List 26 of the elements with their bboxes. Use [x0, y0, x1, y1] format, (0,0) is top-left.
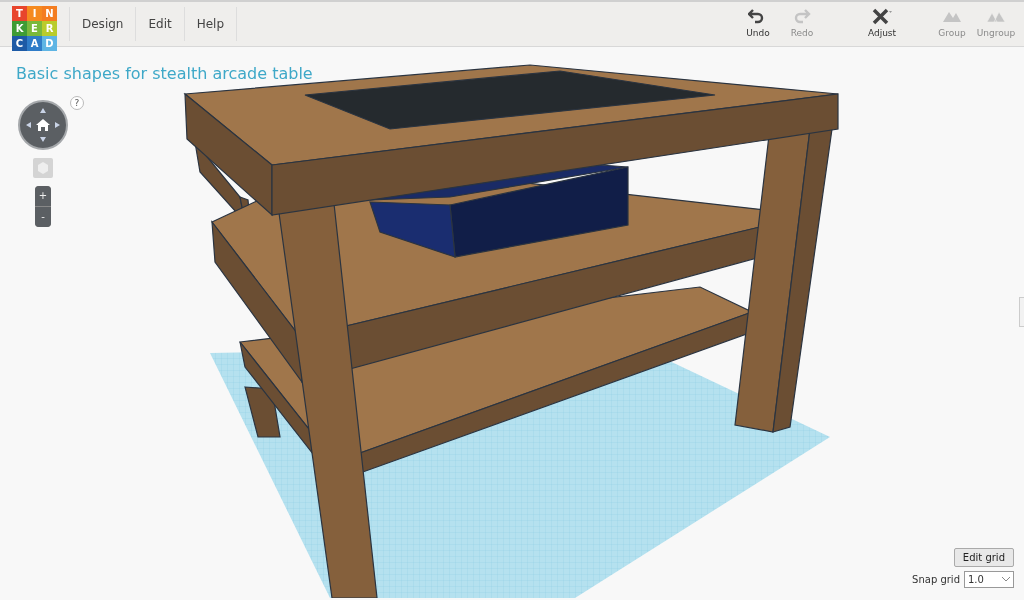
logo-letter: K: [12, 21, 27, 36]
scrollbar-handle[interactable]: [1019, 297, 1024, 327]
edit-grid-button[interactable]: Edit grid: [953, 548, 1014, 567]
view-navigation-pad[interactable]: [18, 100, 68, 150]
zoom-in-button[interactable]: +: [35, 186, 51, 206]
logo-letter: C: [12, 36, 27, 51]
adjust-tool-button[interactable]: Adjust: [860, 7, 904, 41]
design-title: Basic shapes for stealth arcade table: [16, 64, 313, 84]
snap-grid-label: Snap grid: [912, 573, 960, 587]
undo-tool-button[interactable]: Undo: [736, 7, 780, 41]
cube-view-icon[interactable]: [33, 158, 53, 178]
help-button[interactable]: ?: [70, 96, 84, 110]
logo-letter: E: [27, 21, 42, 36]
logo-letter: I: [27, 6, 42, 21]
chevron-icon: [1002, 577, 1010, 582]
logo-letter: A: [27, 36, 42, 51]
logo-letter: R: [42, 21, 57, 36]
zoom-out-button[interactable]: -: [35, 207, 51, 227]
logo-letter: N: [42, 6, 57, 21]
menu-item[interactable]: Design: [69, 7, 136, 41]
logo-letter: D: [42, 36, 57, 51]
logo-letter: T: [12, 6, 27, 21]
redo-arrow-icon: [792, 7, 812, 26]
snap-grid-dropdown[interactable]: 1.0: [964, 571, 1014, 588]
menu-item[interactable]: Edit: [135, 7, 184, 41]
menu-item[interactable]: Help: [183, 7, 238, 41]
